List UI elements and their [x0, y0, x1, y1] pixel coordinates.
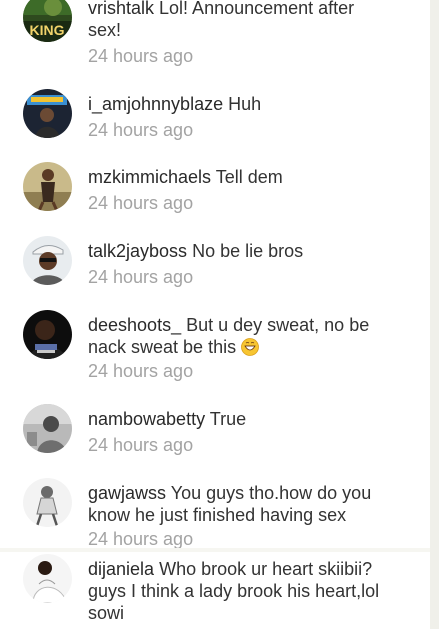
avatar[interactable]	[23, 404, 72, 453]
comment-text: deeshoots_ But u dey sweat, no be nack s…	[88, 314, 388, 358]
avatar[interactable]: KING	[23, 0, 72, 42]
comment-text: vrishtalk Lol! Announcement after sex!	[88, 0, 388, 41]
comment-username[interactable]: deeshoots_	[88, 315, 181, 335]
avatar[interactable]	[23, 89, 72, 138]
comment-text: i_amjohnnyblaze Huh	[88, 93, 388, 115]
avatar[interactable]	[23, 236, 72, 285]
scroll-gutter	[430, 0, 439, 629]
comment-timestamp: 24 hours ago	[88, 46, 194, 66]
avatar-image	[23, 162, 72, 211]
comment-text: gawjawss You guys tho.how do you know he…	[88, 482, 388, 526]
avatar-image	[23, 404, 72, 453]
comment-text: mzkimmichaels Tell dem	[88, 166, 388, 188]
comment-message: No be lie bros	[192, 241, 304, 261]
comment-message: True	[209, 409, 247, 429]
comment-text: nambowabetty True	[88, 408, 388, 430]
comment-timestamp: 24 hours ago	[88, 267, 194, 287]
comment-username[interactable]: talk2jayboss	[88, 241, 187, 261]
avatar[interactable]	[23, 554, 72, 603]
comment-username[interactable]: i_amjohnnyblaze	[88, 94, 223, 114]
comment-username[interactable]: gawjawss	[88, 483, 166, 503]
avatar-image	[23, 554, 72, 603]
comment-timestamp: 24 hours ago	[88, 120, 194, 140]
avatar-image	[23, 236, 72, 285]
avatar[interactable]	[23, 310, 72, 359]
grinning-sweat-emoji-icon	[241, 338, 259, 356]
comment-username[interactable]: dijaniela	[88, 559, 154, 579]
avatar-image	[23, 89, 72, 138]
comment-username[interactable]: nambowabetty	[88, 409, 205, 429]
avatar-image	[23, 310, 72, 359]
comment-timestamp: 24 hours ago	[88, 193, 194, 213]
comments-panel: KING vrishtalk Lol! Announcement after s…	[0, 0, 430, 548]
avatar[interactable]	[23, 478, 72, 527]
comment-text: dijaniela Who brook ur heart skiibii?guy…	[88, 558, 388, 624]
avatar-logo-text: KING	[30, 22, 65, 38]
comment-timestamp: 24 hours ago	[88, 361, 194, 381]
comments-panel-next: dijaniela Who brook ur heart skiibii?guy…	[0, 552, 430, 629]
avatar[interactable]	[23, 162, 72, 211]
avatar-image: KING	[23, 0, 72, 42]
comment-timestamp: 24 hours ago	[88, 435, 194, 455]
comment-timestamp: 24 hours ago	[88, 529, 194, 548]
comment-username[interactable]: mzkimmichaels	[88, 167, 211, 187]
comment-message: Huh	[228, 94, 262, 114]
comment-text: talk2jayboss No be lie bros	[88, 240, 388, 262]
avatar-image	[23, 478, 72, 527]
comment-message: Tell dem	[215, 167, 283, 187]
comment-username[interactable]: vrishtalk	[88, 0, 154, 18]
